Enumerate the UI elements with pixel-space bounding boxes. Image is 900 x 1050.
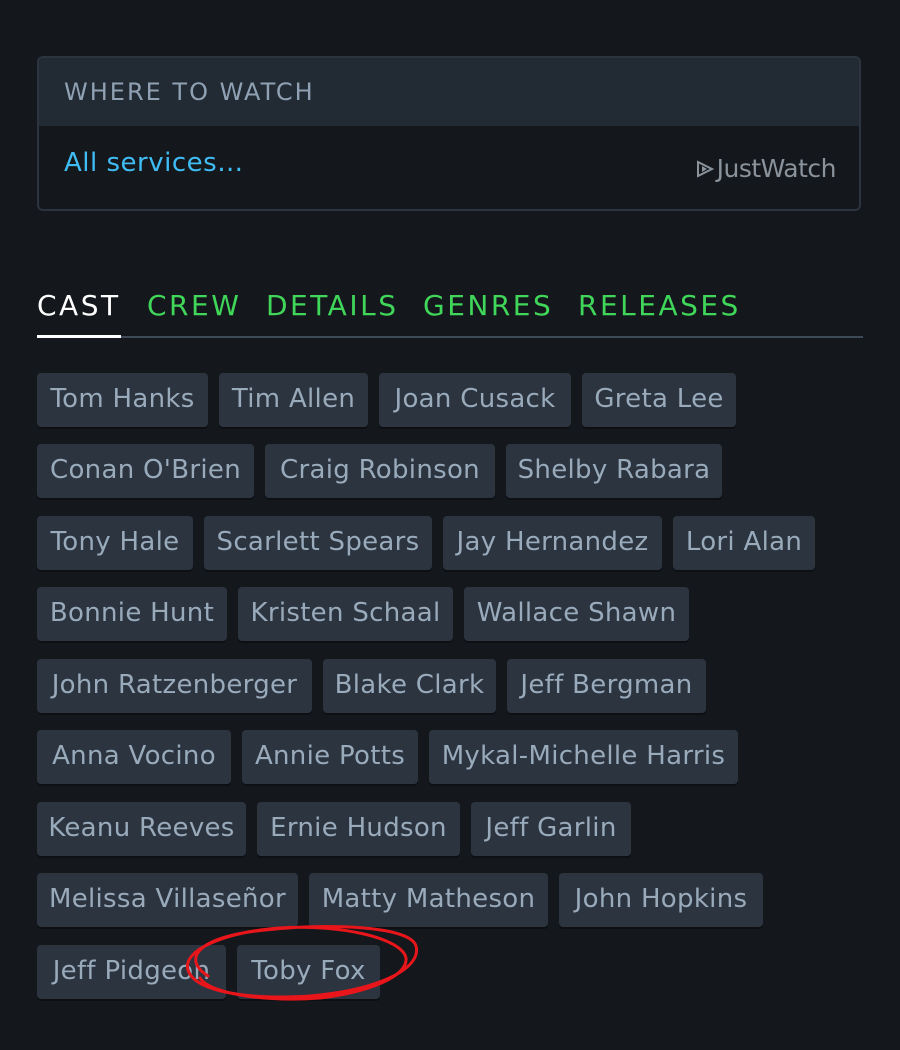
cast-chip[interactable]: Blake Clark xyxy=(323,659,496,713)
where-to-watch-heading: WHERE TO WATCH xyxy=(64,78,315,106)
where-to-watch-panel: WHERE TO WATCH All services… JustWatch xyxy=(37,56,861,211)
where-to-watch-header: WHERE TO WATCH xyxy=(39,58,859,126)
cast-chip[interactable]: Mykal-Michelle Harris xyxy=(429,730,738,784)
tab-cast[interactable]: CAST xyxy=(37,286,121,338)
cast-chip[interactable]: Greta Lee xyxy=(582,373,736,427)
justwatch-logo-text: JustWatch xyxy=(716,154,837,183)
cast-chip[interactable]: Lori Alan xyxy=(673,516,815,570)
where-to-watch-body: All services… JustWatch xyxy=(39,126,859,209)
justwatch-play-icon xyxy=(696,159,714,178)
cast-chip[interactable]: Tim Allen xyxy=(219,373,368,427)
cast-chip[interactable]: Melissa Villaseñor xyxy=(37,873,298,927)
cast-chip[interactable]: Ernie Hudson xyxy=(257,802,460,856)
all-services-link[interactable]: All services… xyxy=(64,148,244,178)
cast-chip[interactable]: John Hopkins xyxy=(559,873,763,927)
cast-chip[interactable]: Tony Hale xyxy=(37,516,193,570)
cast-chip[interactable]: Kristen Schaal xyxy=(238,587,453,641)
tab-genres[interactable]: GENRES xyxy=(423,286,553,336)
tab-releases[interactable]: RELEASES xyxy=(578,286,741,336)
cast-chip[interactable]: Jeff Bergman xyxy=(507,659,706,713)
cast-chip[interactable]: Tom Hanks xyxy=(37,373,208,427)
cast-chip[interactable]: Jeff Pidgeon xyxy=(37,945,226,999)
cast-chip[interactable]: Bonnie Hunt xyxy=(37,587,227,641)
tab-details[interactable]: DETAILS xyxy=(266,286,398,336)
cast-chip[interactable]: Matty Matheson xyxy=(309,873,548,927)
cast-chip[interactable]: John Ratzenberger xyxy=(37,659,312,713)
tab-crew[interactable]: CREW xyxy=(147,286,241,336)
justwatch-logo[interactable]: JustWatch xyxy=(695,154,837,183)
cast-chip[interactable]: Jeff Garlin xyxy=(471,802,631,856)
cast-chip[interactable]: Conan O'Brien xyxy=(37,444,254,498)
film-detail-tabs: CAST CREW DETAILS GENRES RELEASES xyxy=(37,286,863,338)
cast-chip[interactable]: Craig Robinson xyxy=(265,444,495,498)
cast-chip[interactable]: Annie Potts xyxy=(242,730,418,784)
cast-chip[interactable]: Keanu Reeves xyxy=(37,802,246,856)
cast-chip[interactable]: Shelby Rabara xyxy=(506,444,722,498)
cast-chip[interactable]: Toby Fox xyxy=(237,945,380,999)
cast-chip[interactable]: Jay Hernandez xyxy=(443,516,662,570)
cast-chip[interactable]: Anna Vocino xyxy=(37,730,231,784)
cast-chip[interactable]: Scarlett Spears xyxy=(204,516,432,570)
cast-chip[interactable]: Wallace Shawn xyxy=(464,587,689,641)
cast-chip[interactable]: Joan Cusack xyxy=(379,373,571,427)
